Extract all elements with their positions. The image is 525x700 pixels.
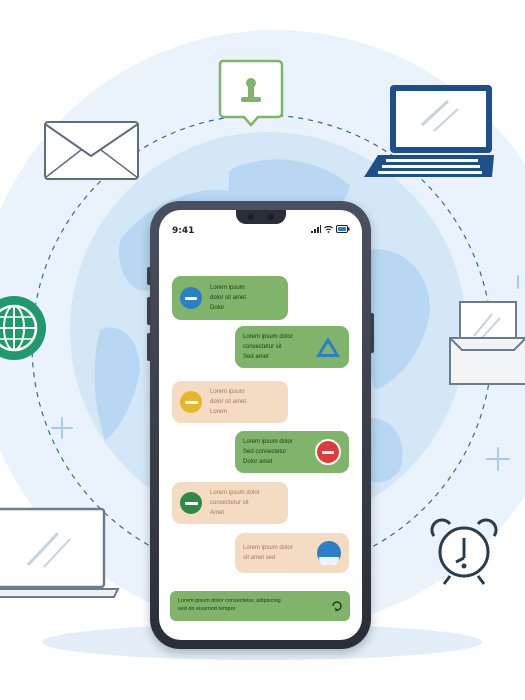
camera-icon — [248, 214, 254, 220]
camera-icon — [268, 214, 274, 220]
battery-icon — [336, 225, 350, 233]
message-text-line: Lorem — [210, 409, 228, 415]
message-text-line: Lorem ipsum dolor — [243, 545, 293, 551]
status-icons — [311, 225, 350, 233]
message-text-line: Lorem ipsum dolor — [243, 334, 293, 340]
warning-triangle-icon — [316, 337, 340, 357]
monitor-icon — [0, 507, 120, 598]
location-pin-icon — [218, 59, 284, 127]
message-input-bar[interactable]: Lorem ipsum dolor consectetur, adipiscin… — [170, 591, 350, 621]
phone-power-button — [370, 313, 374, 353]
document-inbox-icon — [449, 301, 525, 385]
message-text-line: Lorem ipsum dolor — [210, 490, 260, 496]
phone-screen: 9:41 Lorem ipsum dolor sit amet Dolor Lo… — [159, 210, 362, 640]
message-text-line: Lorem ipsum — [210, 389, 245, 395]
wifi-icon — [324, 225, 333, 233]
signal-icon — [311, 225, 321, 233]
message-text-line: consectetur sit — [210, 500, 249, 506]
message-text-line: Dolor — [210, 305, 225, 311]
chat-message-bubble[interactable]: Lorem ipsum dolor Sed consectetur Dolor … — [235, 431, 349, 473]
status-time: 9:41 — [172, 226, 195, 236]
smartphone: 9:41 Lorem ipsum dolor sit amet Dolor Lo… — [147, 201, 374, 649]
message-text-line: consectetur sit — [243, 344, 282, 350]
no-entry-icon — [315, 439, 341, 465]
alarm-clock-icon — [430, 518, 498, 585]
chat-message-bubble[interactable]: Lorem ipsum dolor consectetur sit Sed am… — [235, 326, 349, 368]
message-text-line: Sed consectetur — [243, 449, 287, 455]
minus-circle-icon — [180, 492, 202, 514]
chat-message-bubble[interactable]: Lorem ipsum dolor consectetur sit Amet — [172, 482, 288, 524]
globe-icon — [0, 296, 46, 360]
message-text-line: Lorem ipsum — [210, 285, 245, 291]
message-text-line: Sed amet — [243, 354, 269, 360]
chat-message-bubble[interactable]: Lorem ipsum dolor sit amet sed — [235, 533, 349, 573]
input-text-line: Lorem ipsum dolor consectetur, adipiscin… — [178, 598, 281, 604]
user-avatar-icon — [317, 541, 341, 565]
phone-volume-button — [147, 333, 151, 361]
chat-message-bubble[interactable]: Lorem ipsum dolor sit amet Lorem — [172, 381, 288, 423]
minus-circle-icon — [180, 391, 202, 413]
message-text-line: sit amet sed — [243, 555, 276, 561]
phone-notch — [236, 210, 286, 224]
phone-side-button — [147, 267, 151, 285]
message-text-line: Amet — [210, 510, 225, 516]
message-text-line: dolor sit amet — [210, 399, 247, 405]
phone-volume-button — [147, 297, 151, 325]
send-icon[interactable] — [332, 601, 342, 611]
laptop-icon — [364, 85, 494, 177]
message-text-line: dolor sit amet — [210, 295, 247, 301]
message-text-line: Dolor amet — [243, 459, 273, 465]
chat-message-bubble[interactable]: Lorem ipsum dolor sit amet Dolor — [172, 276, 288, 320]
message-text-line: Lorem ipsum dolor — [243, 439, 293, 445]
illustration-scene: 9:41 Lorem ipsum dolor sit amet Dolor Lo… — [0, 0, 525, 700]
minus-circle-icon — [180, 287, 202, 309]
input-text-line: sed do eiusmod tempor — [178, 606, 236, 612]
envelope-icon — [44, 121, 139, 180]
